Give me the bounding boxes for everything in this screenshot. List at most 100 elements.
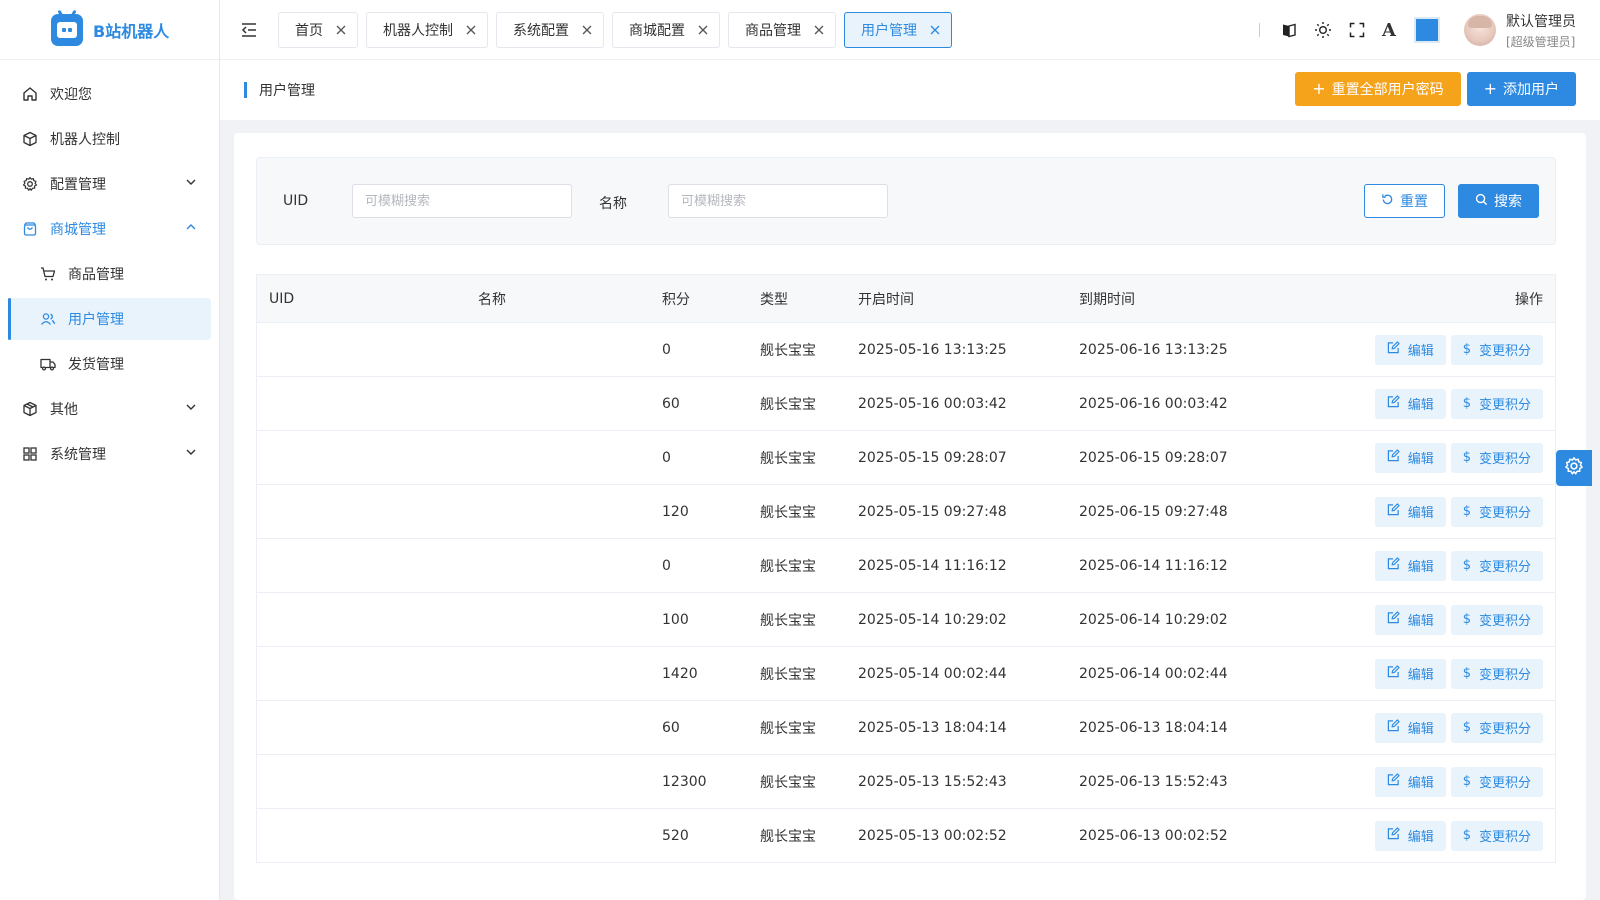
close-icon[interactable] <box>813 24 825 36</box>
change-points-button[interactable]: $ 变更积分 <box>1450 496 1543 527</box>
sidebar-item-shipping[interactable]: 发货管理 <box>8 343 211 385</box>
collapse-menu-icon[interactable] <box>240 21 258 39</box>
change-points-button[interactable]: $ 变更积分 <box>1450 712 1543 743</box>
edit-button[interactable]: 编辑 <box>1374 388 1446 419</box>
reset-button[interactable]: 重置 <box>1364 184 1445 218</box>
tab-label: 机器人控制 <box>383 22 453 39</box>
change-points-button[interactable]: $ 变更积分 <box>1450 820 1543 851</box>
font-size-icon[interactable]: A <box>1382 20 1396 41</box>
row-actions: 编辑 $ 变更积分 <box>1374 820 1543 851</box>
sun-icon[interactable] <box>1314 21 1332 39</box>
add-user-button[interactable]: + 添加用户 <box>1466 72 1576 106</box>
tab-shop-config[interactable]: 商城配置 <box>612 11 720 48</box>
row-actions: 编辑 $ 变更积分 <box>1374 334 1543 365</box>
gear-icon <box>1564 456 1584 480</box>
uid-search-input[interactable] <box>352 184 572 218</box>
change-points-button[interactable]: $ 变更积分 <box>1450 604 1543 635</box>
change-points-button[interactable]: $ 变更积分 <box>1450 658 1543 689</box>
sidebar: B站机器人 欢迎您 机器人控制 配置管理 商城管理 商品管理 用户管理 发货管理… <box>0 0 220 900</box>
close-icon[interactable] <box>335 24 347 36</box>
chevron-down-icon <box>185 401 197 417</box>
tab-robot-control[interactable]: 机器人控制 <box>366 11 488 48</box>
sidebar-item-system[interactable]: 系统管理 <box>8 433 211 475</box>
column-header-name[interactable]: 名称 <box>478 289 506 309</box>
change-points-button[interactable]: $ 变更积分 <box>1450 550 1543 581</box>
change-points-button[interactable]: $ 变更积分 <box>1450 442 1543 473</box>
edit-button[interactable]: 编辑 <box>1374 658 1446 689</box>
column-header-points[interactable]: 积分 <box>662 289 690 309</box>
tab-label: 商城配置 <box>629 22 685 39</box>
change-points-button[interactable]: $ 变更积分 <box>1450 388 1543 419</box>
sidebar-item-label: 发货管理 <box>68 357 124 373</box>
fullscreen-icon[interactable] <box>1348 21 1366 39</box>
button-label: 编辑 <box>1407 560 1434 575</box>
avatar[interactable] <box>1464 14 1496 46</box>
logo[interactable]: B站机器人 <box>0 0 219 60</box>
sidebar-item-other[interactable]: 其他 <box>8 388 211 430</box>
change-points-button[interactable]: $ 变更积分 <box>1450 766 1543 797</box>
button-label: 添加用户 <box>1503 82 1559 98</box>
tab-users[interactable]: 用户管理 <box>844 11 952 48</box>
button-label: 编辑 <box>1407 668 1434 683</box>
table-row: 12300 舰长宝宝 2025-05-13 15:52:43 2025-06-13 1… <box>257 755 1555 809</box>
button-label: 变更积分 <box>1478 722 1531 737</box>
column-header-type[interactable]: 类型 <box>760 289 788 309</box>
close-icon[interactable] <box>929 24 941 36</box>
cell-end-time: 2025-06-14 11:16:12 <box>1079 557 1228 574</box>
sidebar-item-label: 用户管理 <box>68 312 124 328</box>
close-icon[interactable] <box>697 24 709 36</box>
column-header-uid[interactable]: UID <box>269 291 294 307</box>
edit-button[interactable]: 编辑 <box>1374 550 1446 581</box>
user-info[interactable]: 默认管理员 [超级管理员] <box>1506 11 1576 50</box>
sidebar-item-products[interactable]: 商品管理 <box>8 253 211 295</box>
cell-end-time: 2025-06-13 15:52:43 <box>1079 773 1228 790</box>
cell-type: 舰长宝宝 <box>760 612 816 629</box>
dollar-icon: $ <box>1462 450 1471 465</box>
sidebar-item-users[interactable]: 用户管理 <box>8 298 211 340</box>
row-actions: 编辑 $ 变更积分 <box>1374 766 1543 797</box>
button-label: 变更积分 <box>1478 614 1531 629</box>
tab-products[interactable]: 商品管理 <box>728 11 836 48</box>
home-icon <box>22 86 38 102</box>
cell-type: 舰长宝宝 <box>760 342 816 359</box>
edit-button[interactable]: 编辑 <box>1374 496 1446 527</box>
cell-end-time: 2025-06-14 00:02:44 <box>1079 665 1228 682</box>
name-search-input[interactable] <box>668 184 888 218</box>
theme-color-picker[interactable] <box>1414 17 1440 43</box>
tab-home[interactable]: 首页 <box>278 11 358 48</box>
cell-start-time: 2025-05-14 11:16:12 <box>858 557 1007 574</box>
sidebar-item-config[interactable]: 配置管理 <box>8 163 211 205</box>
search-button[interactable]: 搜索 <box>1458 184 1539 218</box>
cell-end-time: 2025-06-14 10:29:02 <box>1079 611 1228 628</box>
reset-all-passwords-button[interactable]: + 重置全部用户密码 <box>1295 72 1461 106</box>
edit-button[interactable]: 编辑 <box>1374 334 1446 365</box>
row-actions: 编辑 $ 变更积分 <box>1374 388 1543 419</box>
cell-start-time: 2025-05-14 10:29:02 <box>858 611 1007 628</box>
cell-points: 120 <box>662 503 689 520</box>
book-icon[interactable] <box>1280 21 1298 39</box>
column-header-end-time[interactable]: 到期时间 <box>1079 289 1135 309</box>
column-header-start-time[interactable]: 开启时间 <box>858 289 914 309</box>
sidebar-item-welcome[interactable]: 欢迎您 <box>8 73 211 115</box>
button-label: 编辑 <box>1407 614 1434 629</box>
edit-button[interactable]: 编辑 <box>1374 766 1446 797</box>
edit-button[interactable]: 编辑 <box>1374 712 1446 743</box>
button-label: 重置 <box>1400 194 1428 210</box>
button-label: 搜索 <box>1494 194 1522 210</box>
sidebar-item-robot-control[interactable]: 机器人控制 <box>8 118 211 160</box>
cell-start-time: 2025-05-13 00:02:52 <box>858 827 1007 844</box>
sidebar-item-shop[interactable]: 商城管理 <box>8 208 211 250</box>
edit-button[interactable]: 编辑 <box>1374 442 1446 473</box>
edit-button[interactable]: 编辑 <box>1374 604 1446 635</box>
close-icon[interactable] <box>465 24 477 36</box>
tab-label: 系统配置 <box>513 22 569 39</box>
user-role: [超级管理员] <box>1506 34 1576 49</box>
dollar-icon: $ <box>1462 828 1471 843</box>
change-points-button[interactable]: $ 变更积分 <box>1450 334 1543 365</box>
dollar-icon: $ <box>1462 558 1471 573</box>
close-icon[interactable] <box>581 24 593 36</box>
edit-button[interactable]: 编辑 <box>1374 820 1446 851</box>
button-label: 变更积分 <box>1478 668 1531 683</box>
settings-float-button[interactable] <box>1556 450 1592 486</box>
tab-system-config[interactable]: 系统配置 <box>496 11 604 48</box>
